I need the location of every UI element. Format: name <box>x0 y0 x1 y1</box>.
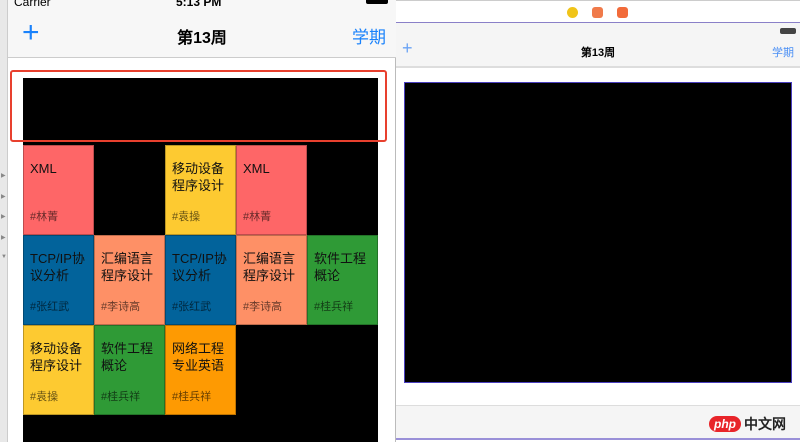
navigation-bar: + 第13周 学期 <box>8 12 396 58</box>
course-name: XML <box>243 161 270 176</box>
php-logo: php <box>709 416 741 432</box>
page-title: 第13周 <box>177 30 227 47</box>
course-name: 汇编语言程序设计 <box>243 251 296 283</box>
course-name: XML <box>30 161 57 176</box>
course-room: @东7-B201 <box>314 327 372 339</box>
disclosure-arrow-icon[interactable]: ▶ <box>1 172 6 179</box>
course-teacher: #张红武 <box>172 301 212 313</box>
preview-content-view[interactable] <box>404 82 792 383</box>
term-button[interactable]: 学期 <box>352 23 386 48</box>
scene-dock <box>396 0 800 23</box>
course-name: TCP/IP协议分析 <box>30 251 85 283</box>
time-label: 5:13 PM <box>176 0 222 9</box>
course-teacher: #桂兵祥 <box>101 391 141 403</box>
course-cell[interactable]: 汇编语言程序设计#李诗高@东7-B203 <box>94 235 165 339</box>
course-room: @东7-B209 <box>30 417 88 429</box>
course-name: 汇编语言程序设计 <box>101 251 154 283</box>
status-bar: Carrier 5:13 PM <box>8 0 396 12</box>
course-name: 移动设备程序设计 <box>172 161 225 193</box>
preview-title: 第13周 <box>580 47 616 59</box>
course-teacher: #李诗高 <box>101 301 141 313</box>
course-teacher: #桂兵祥 <box>314 301 354 313</box>
side-gutter: ▶ ▶ ▶ ▶ ▼ <box>0 0 8 442</box>
disclosure-arrow-icon[interactable]: ▼ <box>1 254 7 260</box>
course-room: @东7-B203 <box>101 417 159 429</box>
course-teacher: #林菁 <box>30 211 59 223</box>
course-room: @东7-B204 <box>243 327 301 339</box>
preview-term-button[interactable]: 学期 <box>772 44 794 60</box>
course-teacher: #袁操 <box>172 211 201 223</box>
disclosure-arrow-icon[interactable]: ▶ <box>1 234 6 241</box>
battery-icon <box>780 28 796 34</box>
course-name: 网络工程专业英语 <box>172 341 225 373</box>
watermark-logo: php 中文网 <box>709 414 786 434</box>
selection-highlight <box>10 70 387 142</box>
storyboard-panel: + 第13周 学期 php 中文网 <box>396 0 800 442</box>
course-cell[interactable]: TCP/IP协议分析#张红武@东7-B203 <box>165 235 236 339</box>
course-cell[interactable]: 移动设备程序设计 #袁操 @东7-B209 <box>23 325 94 429</box>
course-cell[interactable]: 汇编语言程序设计 #李诗高 @东7-B204 <box>236 235 307 339</box>
first-responder-icon[interactable] <box>592 7 603 18</box>
view-controller-icon[interactable] <box>567 7 578 18</box>
course-cell[interactable]: 网络工程专业英语 #桂兵祥 @东7-B204 <box>165 325 236 429</box>
course-teacher: #桂兵祥 <box>172 391 212 403</box>
bottom-bar: php 中文网 <box>396 405 800 440</box>
exit-icon[interactable] <box>617 7 628 18</box>
carrier-label: Carrier <box>14 0 51 9</box>
course-name: TCP/IP协议分析 <box>172 251 227 283</box>
course-teacher: #袁操 <box>30 391 59 403</box>
course-name: 软件工程概论 <box>314 251 367 283</box>
disclosure-arrow-icon[interactable]: ▶ <box>1 193 6 200</box>
course-teacher: #李诗高 <box>243 301 283 313</box>
course-name: 软件工程概论 <box>101 341 154 373</box>
preview-navigation-bar: + 第13周 学期 <box>396 23 800 68</box>
simulator-panel: ▶ ▶ ▶ ▶ ▼ Carrier 5:13 PM + 第13周 学期 XML #… <box>0 0 396 442</box>
course-cell[interactable]: XML#林菁@东7-B205 <box>23 145 94 249</box>
course-room: @东7-B204 <box>172 417 230 429</box>
disclosure-arrow-icon[interactable]: ▶ <box>1 213 6 220</box>
course-cell[interactable]: 软件工程概论 #桂兵祥 @东7-B201 <box>307 235 378 339</box>
battery-icon <box>366 0 388 4</box>
course-teacher: #张红武 <box>30 301 70 313</box>
course-name: 移动设备程序设计 <box>30 341 83 373</box>
course-cell[interactable]: XML#林菁@东7-B205 <box>236 145 307 249</box>
course-teacher: #林菁 <box>243 211 272 223</box>
watermark-text: 中文网 <box>744 416 786 432</box>
course-cell[interactable]: 软件工程概论 #桂兵祥 @东7-B203 <box>94 325 165 429</box>
course-cell[interactable]: 移动设备程序设计#袁操@东7-B209 <box>165 145 236 249</box>
course-cell[interactable]: TCP/IP协议分析#张红武@东7-B205 <box>23 235 94 339</box>
